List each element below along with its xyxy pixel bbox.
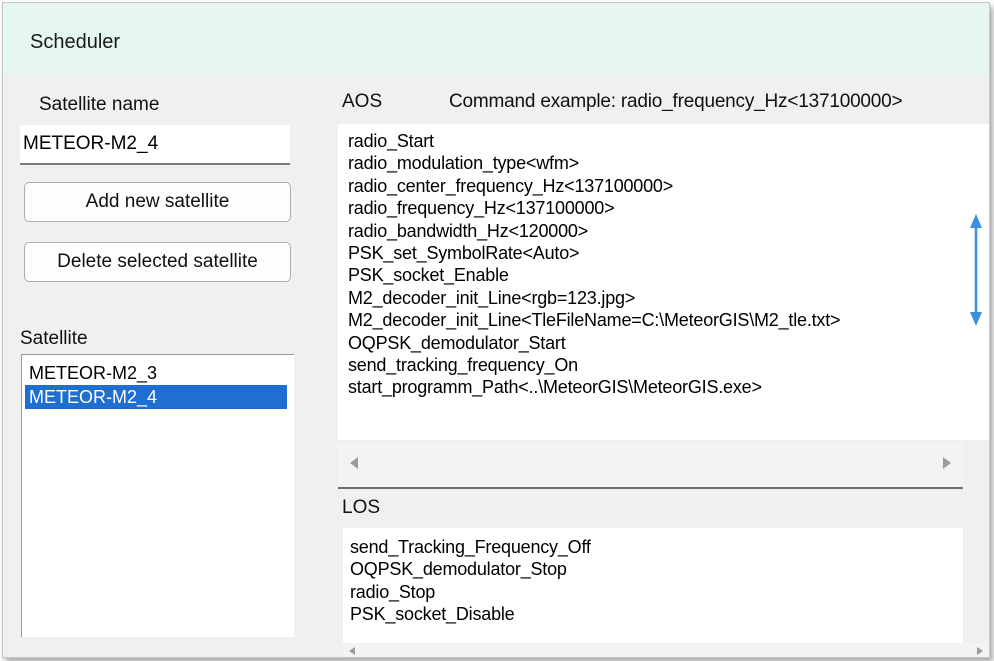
aos-label: AOS bbox=[342, 91, 383, 112]
aos-command-line: start_programm_Path<..\MeteorGIS\MeteorG… bbox=[348, 377, 762, 398]
scroll-left-arrow-icon[interactable] bbox=[349, 647, 355, 655]
aos-command-line: M2_decoder_init_Line<TleFileName=C:\Mete… bbox=[348, 310, 841, 331]
delete-selected-satellite-button[interactable]: Delete selected satellite bbox=[24, 242, 291, 282]
vertical-resize-arrow-icon[interactable] bbox=[963, 124, 989, 440]
satellite-name-input[interactable] bbox=[20, 125, 290, 165]
aos-command-line: radio_bandwidth_Hz<120000> bbox=[348, 220, 588, 241]
aos-editor-gutter bbox=[298, 124, 338, 440]
los-label: LOS bbox=[342, 497, 381, 518]
window-title: Scheduler bbox=[30, 31, 121, 53]
los-command-line: send_Tracking_Frequency_Off bbox=[350, 537, 591, 557]
command-example-label: Command example: radio_frequency_Hz<1371… bbox=[449, 91, 903, 112]
satellite-list-item-selected[interactable]: METEOR-M2_4 bbox=[25, 385, 287, 409]
satellite-listbox[interactable]: METEOR-M2_3 METEOR-M2_4 bbox=[21, 354, 294, 637]
satellite-name-label: Satellite name bbox=[39, 94, 160, 115]
los-command-line: radio_Stop bbox=[350, 581, 436, 602]
los-command-line: PSK_socket_Disable bbox=[350, 604, 515, 625]
satellite-list-item[interactable]: METEOR-M2_3 bbox=[25, 361, 287, 385]
aos-command-line: PSK_socket_Enable bbox=[348, 265, 509, 286]
add-new-satellite-button[interactable]: Add new satellite bbox=[24, 182, 291, 222]
aos-vertical-scrollbar[interactable] bbox=[963, 124, 989, 440]
scroll-right-arrow-icon[interactable] bbox=[977, 647, 983, 655]
los-command-line: OQPSK_demodulator_Stop bbox=[350, 559, 567, 580]
satellite-list-label: Satellite bbox=[20, 328, 88, 349]
scheduler-window: Scheduler Satellite name Add new satelli… bbox=[2, 2, 990, 658]
aos-command-line: radio_Start bbox=[348, 131, 434, 151]
aos-command-list[interactable]: radio_Start radio_modulation_type<wfm> r… bbox=[348, 130, 841, 399]
los-horizontal-scrollbar[interactable] bbox=[343, 643, 989, 657]
aos-command-line: PSK_set_SymbolRate<Auto> bbox=[348, 243, 580, 264]
aos-command-line: M2_decoder_init_Line<rgb=123.jpg> bbox=[348, 287, 636, 308]
aos-command-line: OQPSK_demodulator_Start bbox=[348, 332, 566, 353]
aos-command-line: radio_frequency_Hz<137100000> bbox=[348, 198, 615, 219]
scroll-right-arrow-icon[interactable] bbox=[943, 457, 951, 469]
los-command-list[interactable]: send_Tracking_Frequency_Off OQPSK_demodu… bbox=[350, 536, 591, 626]
scroll-left-arrow-icon[interactable] bbox=[350, 457, 358, 469]
title-bar: Scheduler bbox=[3, 3, 989, 75]
aos-horizontal-scrollbar[interactable] bbox=[338, 443, 963, 489]
aos-command-line: send_tracking_frequency_On bbox=[348, 355, 578, 376]
aos-command-line: radio_center_frequency_Hz<137100000> bbox=[348, 175, 674, 196]
aos-command-line: radio_modulation_type<wfm> bbox=[348, 153, 579, 174]
